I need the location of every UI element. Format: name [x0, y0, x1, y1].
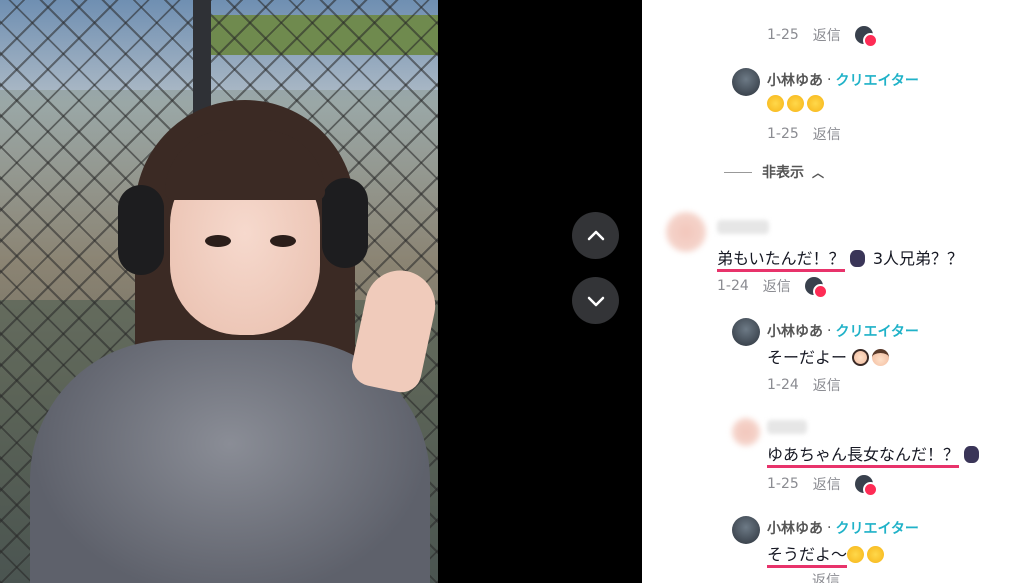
creator-badge: クリエイター — [835, 521, 919, 537]
eyes-emoji-icon — [849, 250, 865, 267]
earmuff-left — [118, 185, 164, 275]
grinning-squint-emoji-icon — [847, 546, 865, 563]
comment-meta: 返信 — [812, 570, 854, 583]
comment-body: そーだよー — [767, 348, 848, 367]
creator-badge: クリエイター — [835, 324, 919, 340]
reply-button[interactable]: 返信 — [813, 124, 841, 144]
creator-liked-avatar — [854, 475, 878, 497]
comment-text-rest: 3人兄弟？？ — [872, 249, 964, 268]
comment-meta: 1-25 返信 — [767, 124, 855, 144]
author-name: 小林ゆあ — [767, 324, 823, 340]
comment-meta: 1-25 返信 — [767, 25, 878, 48]
rofl-emoji-icon — [787, 95, 804, 112]
avatar[interactable] — [732, 68, 760, 96]
comment-date: 1-25 — [767, 27, 799, 43]
comment-date: 1-24 — [717, 278, 749, 294]
next-video-button[interactable] — [572, 277, 619, 324]
comment-meta: 1-24 返信 — [717, 276, 828, 299]
comment-meta: 1-24 返信 — [767, 375, 855, 395]
divider — [724, 171, 752, 173]
avatar[interactable] — [732, 318, 760, 346]
heart-icon — [862, 482, 878, 497]
author-name-blurred[interactable] — [767, 420, 807, 434]
highlighted-text: そうだよ〜 — [767, 545, 848, 568]
grinning-squint-emoji-icon — [867, 546, 885, 563]
highlighted-text: 弟もいたんだ！？ — [717, 249, 845, 272]
hide-replies-button[interactable]: 非表示 ︿ — [724, 162, 824, 182]
video-frame[interactable] — [0, 0, 438, 583]
video-pane — [0, 0, 642, 583]
comment-author[interactable]: 小林ゆあ · クリエイター — [767, 70, 919, 90]
comments-panel: 1-25 返信 小林ゆあ · クリエイター 1-25 返信 非表示 ︿ 弟もいた… — [642, 0, 1024, 583]
separator: · — [827, 520, 832, 536]
reply-button[interactable]: 返信 — [813, 375, 841, 395]
avatar[interactable] — [732, 516, 760, 544]
author-name-blurred[interactable] — [717, 220, 769, 234]
comment-text: そうだよ〜 — [767, 541, 887, 568]
creator-liked-avatar — [804, 277, 828, 299]
avatar[interactable] — [666, 212, 706, 252]
rofl-emoji-icon — [807, 95, 824, 112]
boy-emoji-icon — [872, 349, 890, 366]
eyes-emoji-icon — [964, 446, 980, 463]
comment-text: 弟もいたんだ！？ 3人兄弟？？ — [717, 245, 964, 272]
author-name: 小林ゆあ — [767, 521, 823, 537]
reply-button[interactable]: 返信 — [813, 474, 841, 494]
comment-date: 1-25 — [767, 476, 799, 492]
eye-right — [270, 235, 296, 247]
comment-date: 1-24 — [767, 377, 799, 393]
heart-icon — [862, 33, 878, 48]
reply-button[interactable]: 返信 — [813, 25, 841, 45]
comment-date: 1-25 — [767, 126, 799, 142]
creator-liked-avatar — [854, 26, 878, 48]
comment-text: ゆあちゃん長女なんだ！？ — [767, 441, 982, 468]
separator: · — [827, 72, 832, 88]
separator: · — [827, 323, 832, 339]
heart-icon — [812, 284, 828, 299]
chevron-up-icon: ︿ — [812, 165, 825, 180]
comment-text — [767, 94, 827, 113]
previous-video-button[interactable] — [572, 212, 619, 259]
reply-button[interactable]: 返信 — [812, 570, 840, 583]
hide-label: 非表示 — [762, 165, 804, 181]
comment-meta: 1-25 返信 — [767, 474, 878, 497]
rofl-emoji-icon — [767, 95, 784, 112]
comment-author[interactable]: 小林ゆあ · クリエイター — [767, 321, 919, 341]
highlighted-text: ゆあちゃん長女なんだ！？ — [767, 445, 960, 468]
avatar[interactable] — [732, 418, 760, 446]
comment-author[interactable]: 小林ゆあ · クリエイター — [767, 518, 919, 538]
chevron-up-icon — [587, 230, 604, 240]
earmuff-right — [322, 178, 368, 268]
creator-badge: クリエイター — [835, 73, 919, 89]
eye-left — [205, 235, 231, 247]
comment-text: そーだよー — [767, 344, 892, 368]
girl-emoji-icon — [852, 349, 870, 366]
reply-button[interactable]: 返信 — [763, 276, 791, 296]
chevron-down-icon — [587, 296, 604, 306]
author-name: 小林ゆあ — [767, 73, 823, 89]
